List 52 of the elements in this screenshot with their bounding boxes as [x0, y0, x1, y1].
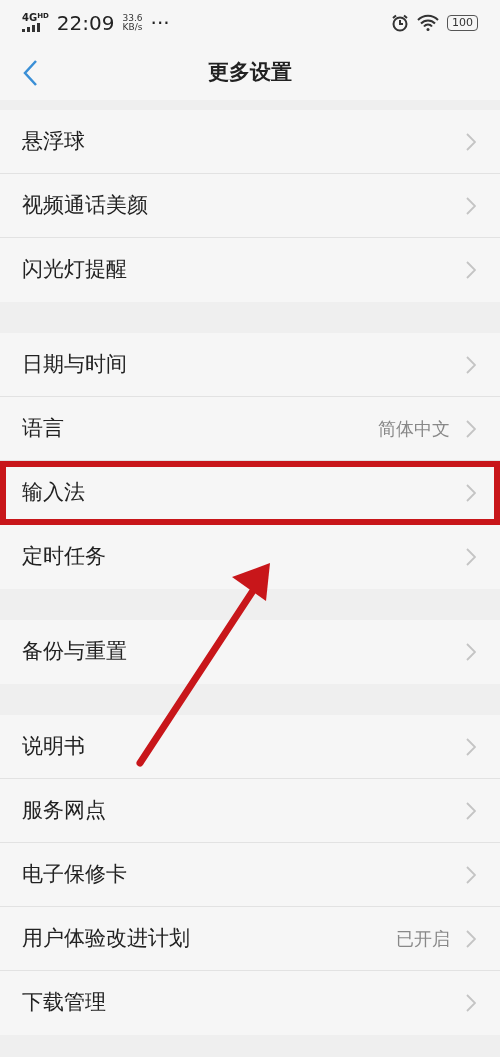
more-dots: ···: [150, 9, 170, 37]
row-value: 简体中文: [378, 417, 450, 441]
row-label: 电子保修卡: [22, 860, 127, 888]
row-value: 已开启: [396, 927, 450, 951]
battery-level: 100: [447, 14, 478, 31]
row-label: 用户体验改进计划: [22, 924, 190, 952]
row-label: 输入法: [22, 478, 85, 506]
row-label: 下载管理: [22, 989, 106, 1017]
row-label: 定时任务: [22, 543, 106, 571]
chevron-icon: [466, 483, 476, 502]
settings-row[interactable]: 输入法: [0, 461, 500, 525]
network-speed: 33.6: [122, 13, 143, 23]
row-label: 说明书: [22, 732, 85, 760]
chevron-icon: [466, 643, 476, 661]
chevron-icon: [466, 548, 476, 566]
page-title: 更多设置: [208, 58, 292, 86]
signal-icon: [22, 23, 40, 32]
row-label: 视频通话美颜: [22, 191, 148, 219]
settings-row[interactable]: 电子保修卡: [0, 843, 500, 907]
row-label: 日期与时间: [22, 350, 127, 378]
chevron-icon: [466, 801, 476, 820]
settings-row[interactable]: 说明书: [0, 715, 500, 779]
settings-row[interactable]: 定时任务: [0, 525, 500, 589]
settings-row[interactable]: 悬浮球: [0, 110, 500, 174]
settings-row[interactable]: 下载管理: [0, 971, 500, 1035]
settings-row[interactable]: 语言 简体中文: [0, 397, 500, 461]
chevron-icon: [466, 132, 476, 151]
row-label: 悬浮球: [22, 127, 85, 155]
settings-row[interactable]: 闪光灯提醒: [0, 238, 500, 302]
row-label: 语言: [22, 414, 64, 442]
network-label: 4G: [22, 13, 38, 23]
clock-time: 22:09: [56, 9, 115, 37]
chevron-icon: [466, 419, 476, 438]
settings-row[interactable]: 日期与时间: [0, 333, 500, 397]
chevron-icon: [466, 865, 476, 884]
row-label: 备份与重置: [22, 638, 127, 666]
chevron-icon: [466, 994, 476, 1012]
alarm-icon: [391, 13, 409, 32]
chevron-icon: [466, 261, 476, 279]
chevron-icon: [466, 355, 476, 374]
settings-row[interactable]: 视频通话美颜: [0, 174, 500, 238]
speed-unit: KB/s: [122, 22, 143, 32]
back-icon[interactable]: [22, 59, 38, 87]
row-label: 闪光灯提醒: [22, 256, 127, 284]
wifi-icon: [417, 14, 439, 31]
row-label: 服务网点: [22, 796, 106, 824]
chevron-icon: [466, 196, 476, 215]
chevron-icon: [466, 929, 476, 948]
settings-row[interactable]: 用户体验改进计划 已开启: [0, 907, 500, 971]
settings-row[interactable]: 备份与重置: [0, 620, 500, 684]
chevron-icon: [466, 737, 476, 756]
settings-row[interactable]: 服务网点: [0, 779, 500, 843]
